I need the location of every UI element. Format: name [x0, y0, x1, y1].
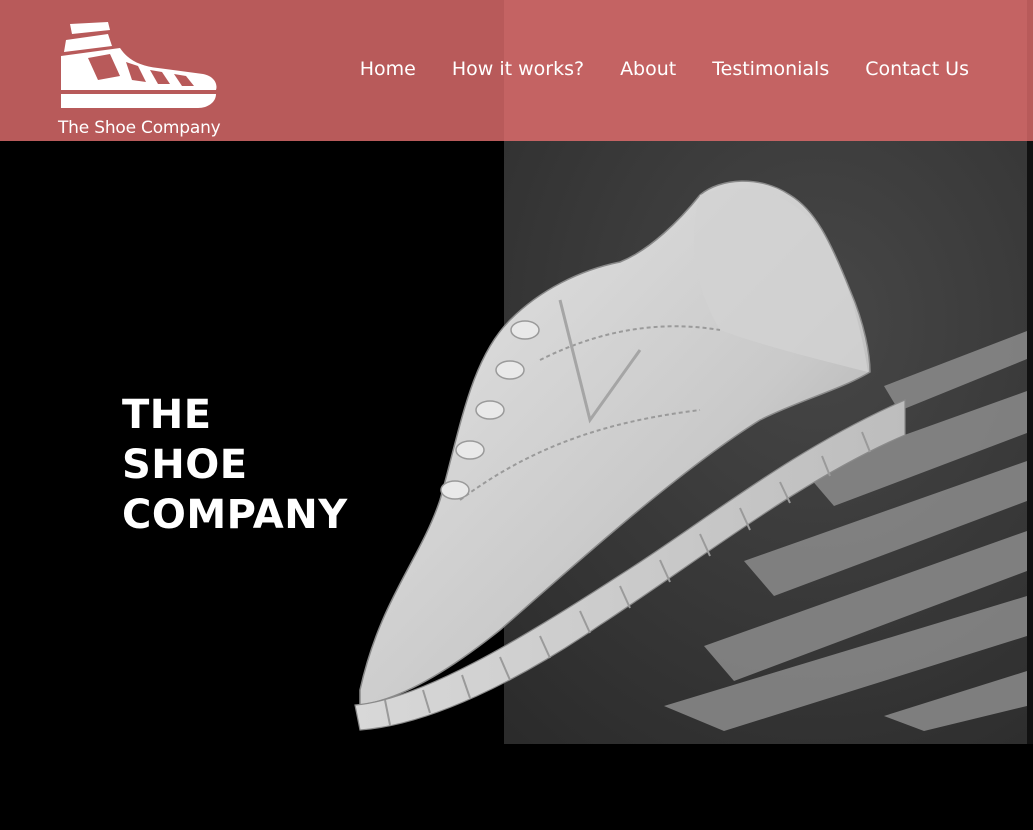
- nav-link-how-it-works[interactable]: How it works?: [452, 58, 584, 80]
- nav-item-about: About: [620, 58, 676, 80]
- hero-title-line-3: COMPANY: [122, 492, 348, 538]
- hero-photo-border: [1027, 141, 1033, 744]
- navbar: The Shoe Company Home How it works? Abou…: [0, 0, 1033, 141]
- nav-link-home[interactable]: Home: [360, 58, 416, 80]
- hero-title-line-2: SHOE: [122, 442, 248, 488]
- hero-photo: [504, 141, 1027, 744]
- page: The Shoe Company Home How it works? Abou…: [0, 0, 1033, 830]
- brand-logo[interactable]: The Shoe Company: [58, 18, 221, 138]
- nav-link-testimonials[interactable]: Testimonials: [712, 58, 829, 80]
- sneaker-icon: [61, 22, 217, 108]
- nav-link-about[interactable]: About: [620, 58, 676, 80]
- hero-title-line-1: THE: [122, 392, 212, 438]
- main-navigation: Home How it works? About Testimonials Co…: [360, 58, 969, 80]
- nav-item-home: Home: [360, 58, 416, 80]
- nav-item-testimonials: Testimonials: [712, 58, 829, 80]
- nav-link-contact-us[interactable]: Contact Us: [865, 58, 969, 80]
- hero-title: THE SHOE COMPANY: [122, 390, 348, 540]
- nav-item-how-it-works: How it works?: [452, 58, 584, 80]
- brand-name: The Shoe Company: [58, 118, 221, 138]
- nav-item-contact-us: Contact Us: [865, 58, 969, 80]
- asphalt-background: [504, 141, 1027, 744]
